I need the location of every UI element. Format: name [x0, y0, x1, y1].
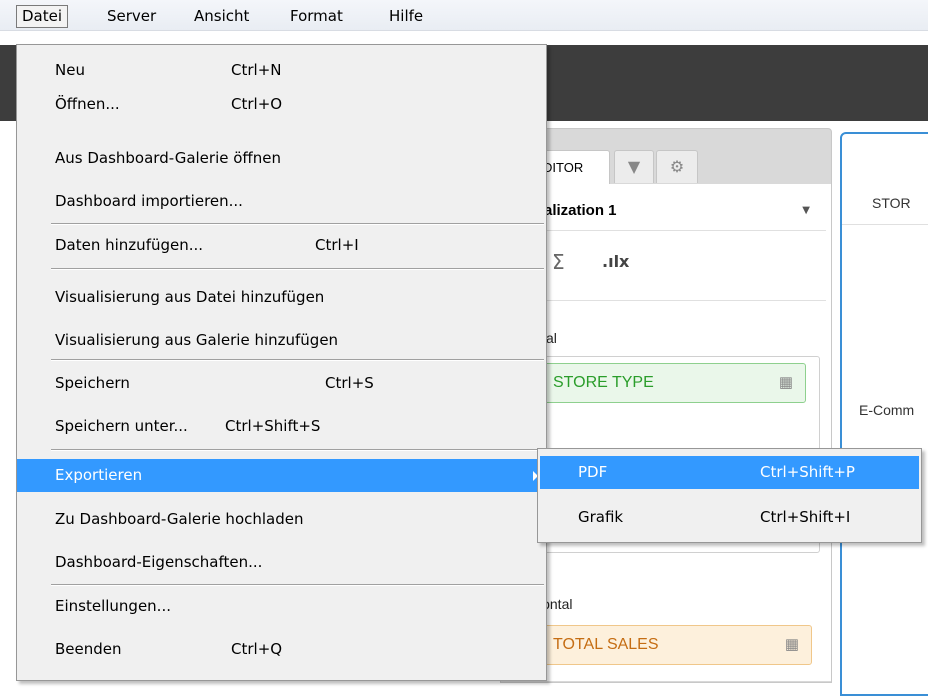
menu-item-shortcut: Ctrl+Shift+S	[225, 417, 321, 435]
menu-item-shortcut: Ctrl+I	[315, 236, 359, 254]
visualization-selector[interactable]: alization 1 ▼	[530, 190, 826, 231]
menu-item-shortcut: Ctrl+Shift+P	[760, 463, 855, 481]
visualization-name: alization 1	[544, 202, 617, 219]
filter-icon: ▼	[627, 157, 641, 176]
field-total-sales[interactable]: TOTAL SALES ▦	[540, 625, 812, 665]
menu-item-add-viz-file[interactable]: Visualisierung aus Datei hinzufügen	[17, 281, 546, 314]
tab-filter[interactable]: ▼	[614, 150, 654, 183]
menu-separator	[51, 268, 544, 270]
field-store-type[interactable]: STORE TYPE ▦	[540, 363, 806, 403]
editor-tools: Σ .ılx	[530, 232, 826, 301]
preview-row-label: E-Comm	[859, 402, 915, 418]
menu-item-add-data[interactable]: Daten hinzufügen... Ctrl+I	[17, 229, 546, 262]
menu-item-shortcut: Ctrl+S	[325, 374, 374, 392]
menu-item-quit[interactable]: Beenden Ctrl+Q	[17, 633, 546, 666]
menu-item-shortcut: Ctrl+N	[231, 61, 282, 79]
submenu-item-pdf[interactable]: PDF Ctrl+Shift+P	[540, 456, 919, 489]
menu-format[interactable]: Format	[285, 6, 348, 26]
menu-separator	[51, 449, 544, 451]
menu-item-shortcut: Ctrl+Shift+I	[760, 508, 851, 526]
menu-item-dashboard-properties[interactable]: Dashboard-Eigenschaften...	[17, 546, 546, 579]
tab-settings[interactable]: ⚙	[656, 150, 698, 183]
preview-panel: STOR E-Comm	[840, 132, 928, 696]
menu-item-label: Speichern	[55, 374, 130, 392]
chevron-down-icon: ▼	[802, 205, 810, 216]
menu-separator	[51, 584, 544, 586]
menu-datei[interactable]: Datei	[16, 5, 69, 28]
menu-item-label: Grafik	[578, 508, 624, 526]
menu-item-add-viz-gallery[interactable]: Visualisierung aus Galerie hinzufügen	[17, 324, 546, 357]
menu-item-label: Exportieren	[55, 466, 143, 484]
menu-item-open[interactable]: Öffnen... Ctrl+O	[17, 88, 546, 121]
menu-item-label: Aus Dashboard-Galerie öffnen	[55, 149, 281, 167]
menu-item-save-as[interactable]: Speichern unter... Ctrl+Shift+S	[17, 410, 546, 443]
menu-item-save[interactable]: Speichern Ctrl+S	[17, 367, 546, 400]
chart-type-icon[interactable]: .ılx	[602, 252, 629, 271]
field-total-sales-label: TOTAL SALES	[553, 636, 659, 653]
menu-item-label: Beenden	[55, 640, 122, 658]
menu-item-export[interactable]: Exportieren	[17, 459, 546, 492]
menu-item-upload-gallery[interactable]: Zu Dashboard-Galerie hochladen	[17, 503, 546, 536]
preview-header-label: STOR	[872, 195, 911, 211]
submenu-item-image[interactable]: Grafik Ctrl+Shift+I	[540, 501, 919, 534]
menu-item-label: Zu Dashboard-Galerie hochladen	[55, 510, 304, 528]
editor-tabs: DITOR ▼ ⚙	[530, 150, 830, 185]
file-menu: Neu Ctrl+N Öffnen... Ctrl+O Aus Dashboar…	[16, 44, 547, 681]
menu-item-label: Dashboard importieren...	[55, 192, 243, 210]
menu-hilfe[interactable]: Hilfe	[384, 6, 428, 26]
menu-item-open-gallery[interactable]: Aus Dashboard-Galerie öffnen	[17, 142, 546, 175]
menu-item-label: Speichern unter...	[55, 417, 188, 435]
menu-server[interactable]: Server	[102, 6, 161, 26]
gear-icon: ⚙	[669, 157, 685, 176]
menu-separator	[51, 359, 544, 361]
menu-item-settings[interactable]: Einstellungen...	[17, 590, 546, 623]
preview-header: STOR	[842, 182, 928, 225]
grid-icon: ▦	[784, 636, 799, 653]
menu-ansicht[interactable]: Ansicht	[189, 6, 254, 26]
grid-icon: ▦	[778, 374, 793, 391]
menu-item-label: Öffnen...	[55, 95, 120, 113]
menu-item-label: Dashboard-Eigenschaften...	[55, 553, 263, 571]
menu-item-label: Visualisierung aus Datei hinzufügen	[55, 288, 325, 306]
menu-item-label: Einstellungen...	[55, 597, 171, 615]
sum-icon[interactable]: Σ	[552, 250, 565, 274]
menu-item-new[interactable]: Neu Ctrl+N	[17, 54, 546, 87]
menu-item-label: Neu	[55, 61, 85, 79]
menu-item-label: Daten hinzufügen...	[55, 236, 204, 254]
menu-item-shortcut: Ctrl+O	[231, 95, 283, 113]
tab-editor-label: DITOR	[543, 160, 584, 175]
menu-item-import-dashboard[interactable]: Dashboard importieren...	[17, 185, 546, 218]
menubar: Datei Server Ansicht Format Hilfe	[0, 0, 928, 31]
menu-item-label: PDF	[578, 463, 608, 481]
export-submenu: PDF Ctrl+Shift+P Grafik Ctrl+Shift+I	[537, 448, 922, 543]
field-store-type-label: STORE TYPE	[553, 374, 654, 391]
menu-item-label: Visualisierung aus Galerie hinzufügen	[55, 331, 339, 349]
menu-separator	[51, 223, 544, 225]
menu-item-shortcut: Ctrl+Q	[231, 640, 283, 658]
